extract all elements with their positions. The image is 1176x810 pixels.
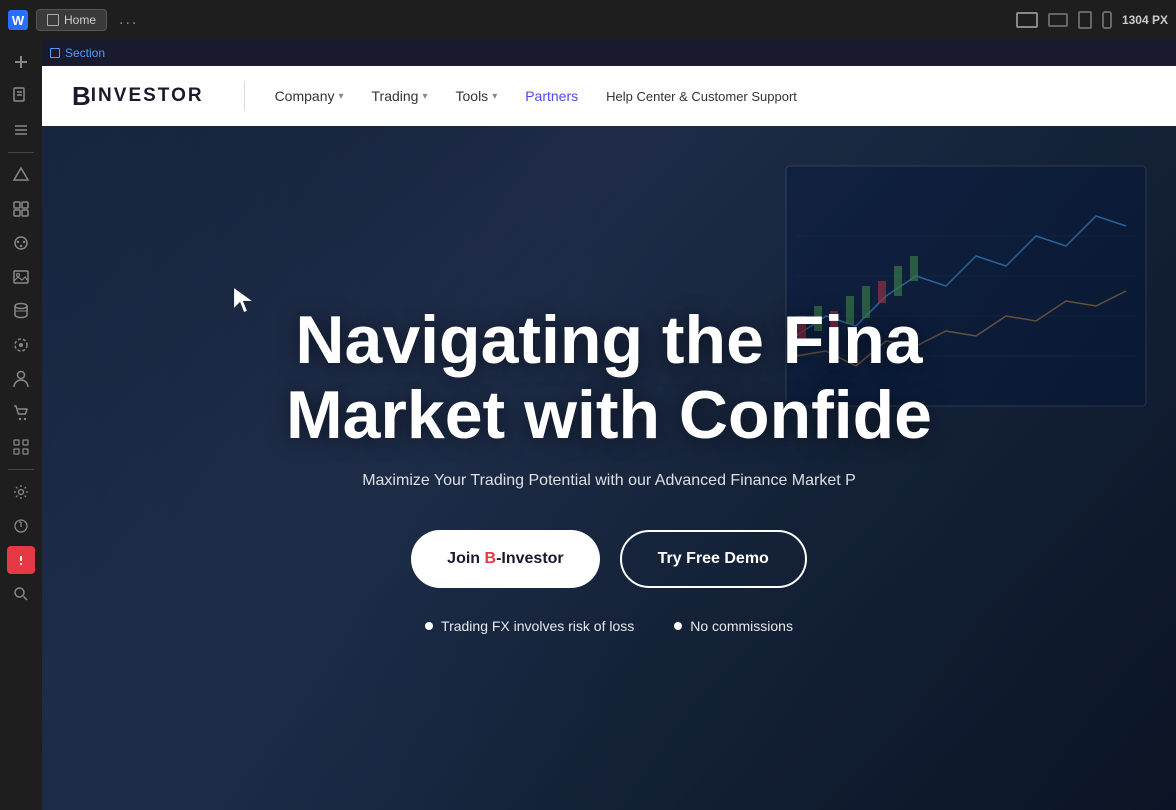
widgets-icon[interactable] [7,195,35,223]
hero-badges: Trading FX involves risk of loss No comm… [425,618,793,634]
search-bottom-icon[interactable] [7,580,35,608]
theme-icon[interactable] [7,229,35,257]
hero-section: Navigating the Fina Market with Confide … [42,126,1176,810]
px-display: 1304 PX [1122,13,1168,27]
home-tab-label: Home [64,13,96,27]
nav-company-label: Company [275,88,335,104]
hero-title-line1: Navigating the Fina [295,302,922,378]
page-icon[interactable] [7,82,35,110]
badge-dot-2 [674,622,682,630]
section-label-text: Section [65,46,105,60]
join-button[interactable]: Join B-Investor [411,530,599,588]
nav-tools-label: Tools [456,88,489,104]
components-icon[interactable] [7,161,35,189]
home-tab[interactable]: Home [36,9,107,31]
hero-content: Navigating the Fina Market with Confide … [42,126,1176,810]
hero-subtitle: Maximize Your Trading Potential with our… [362,472,856,490]
viewport-desktop-button[interactable] [1016,12,1038,28]
hero-badge-commissions-text: No commissions [690,618,793,634]
nav-tools-chevron: ▾ [492,91,497,102]
hero-title-line2: Market with Confide [286,377,932,453]
database-icon[interactable] [7,297,35,325]
section-label[interactable]: Section [50,46,105,60]
badge-dot-1 [425,622,433,630]
svg-text:W: W [12,13,25,28]
settings-icon[interactable] [7,478,35,506]
sidebar-divider-2 [8,469,33,470]
logo-b: B [72,83,91,109]
image-icon[interactable] [7,263,35,291]
section-label-box-icon [50,48,60,58]
nav-support-label: Help Center & Customer Support [606,89,797,104]
hero-badge-risk: Trading FX involves risk of loss [425,618,634,634]
nav-item-trading[interactable]: Trading ▾ [362,82,438,110]
nav-partners-label: Partners [525,88,578,104]
hero-badge-commissions: No commissions [674,618,793,634]
viewport-tablet-button[interactable] [1078,11,1092,29]
hero-title: Navigating the Fina Market with Confide [286,303,932,453]
nav-item-support[interactable]: Help Center & Customer Support [596,83,807,110]
viewport-laptop-button[interactable] [1048,13,1068,27]
apps-icon[interactable] [7,433,35,461]
nav-divider [244,81,245,111]
user-icon[interactable] [7,365,35,393]
layers-icon[interactable] [7,116,35,144]
editor-logo-icon: W [8,10,28,30]
top-bar-controls: 1304 PX [1016,11,1168,29]
home-tab-icon [47,14,59,26]
logo-text: INVESTOR [91,85,204,107]
integrations-icon[interactable] [7,331,35,359]
more-tabs-indicator[interactable]: ... [119,11,138,29]
viewport-mobile-button[interactable] [1102,11,1112,29]
left-sidebar [0,40,42,810]
demo-button[interactable]: Try Free Demo [620,530,807,588]
nav-links: Company ▾ Trading ▾ Tools ▾ Partners Hel… [265,82,807,110]
add-icon[interactable] [7,48,35,76]
website-preview: BINVESTOR Company ▾ Trading ▾ Tools ▾ Pa… [42,66,1176,810]
nav-trading-label: Trading [372,88,419,104]
help-icon[interactable] [7,512,35,540]
site-navigation: BINVESTOR Company ▾ Trading ▾ Tools ▾ Pa… [42,66,1176,126]
nav-company-chevron: ▾ [338,91,343,102]
site-logo[interactable]: BINVESTOR [72,83,204,109]
nav-item-company[interactable]: Company ▾ [265,82,354,110]
section-bar: Section [42,40,1176,66]
hero-buttons: Join B-Investor Try Free Demo [411,530,807,588]
nav-item-partners[interactable]: Partners [515,82,588,110]
join-button-highlight: B [485,550,497,567]
sidebar-divider-1 [8,152,33,153]
hero-badge-risk-text: Trading FX involves risk of loss [441,618,634,634]
cart-icon[interactable] [7,399,35,427]
nav-trading-chevron: ▾ [422,91,427,102]
nav-item-tools[interactable]: Tools ▾ [446,82,508,110]
warning-icon [7,546,35,574]
editor-top-bar: W Home ... 1304 PX [0,0,1176,40]
